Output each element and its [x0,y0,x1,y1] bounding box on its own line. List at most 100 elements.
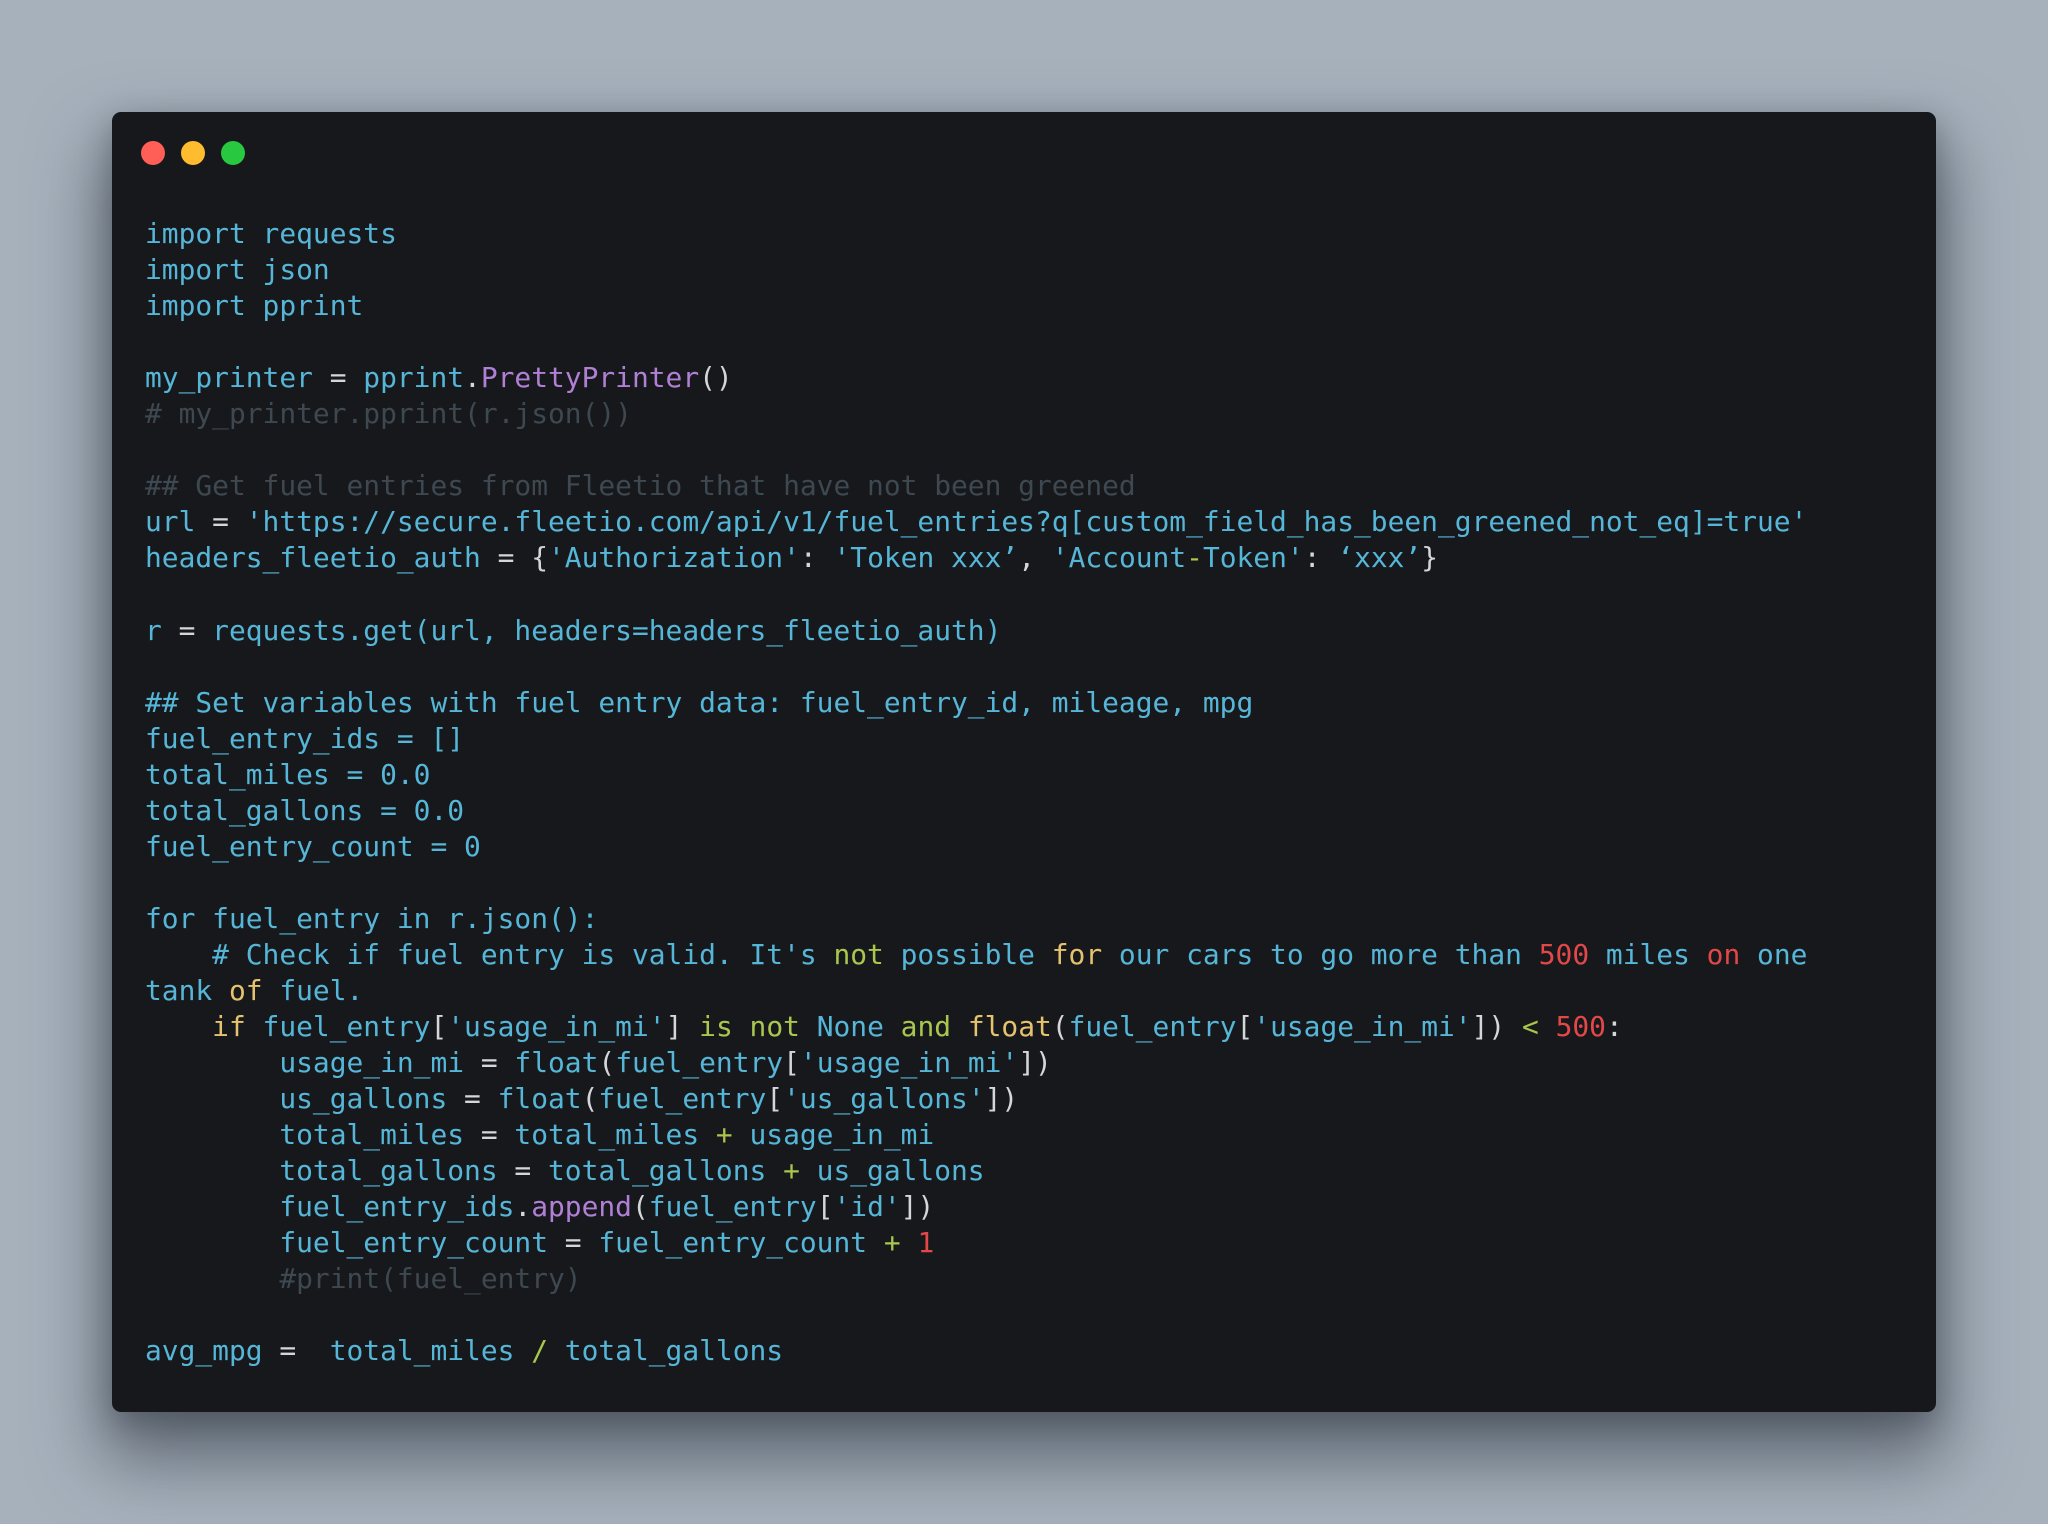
code-token: headers_fleetio_auth [145,541,481,575]
code-token: usage_in_mi [145,1046,465,1080]
code-token: ‘xxx’ [1337,541,1422,575]
code-token: [ [1236,1010,1254,1044]
code-line: total_gallons = total_gallons + us_gallo… [145,1153,1916,1189]
code-line: total_miles = 0.0 [145,757,1916,793]
code-token: ( [1051,1010,1069,1044]
code-line: usage_in_mi = float(fuel_entry['usage_in… [145,1045,1916,1081]
code-token: fuel_entry_count [598,1226,884,1260]
code-token: us_gallons [145,1082,448,1116]
code-token: avg_mpg [145,1334,263,1368]
code-token: ( [581,1082,599,1116]
code-token: total_miles [145,1118,465,1152]
code-token: ( [631,1190,649,1224]
code-token: import pprint [145,289,364,323]
code-token: one [1740,937,1808,971]
code-token: possible [883,937,1052,971]
code-token: fuel_entry_count = 0 [145,829,481,863]
code-token: ] [665,1010,700,1044]
code-token: total_gallons [548,1154,784,1188]
code-token: total_gallons [548,1334,784,1368]
code-token: 'us_gallons' [783,1082,985,1116]
code-line: #print(fuel_entry) [145,1261,1916,1297]
code-token: fuel_entry [615,1046,784,1080]
code-token: fuel_entry_ids = [] [145,721,465,755]
code-line: if fuel_entry['usage_in_mi'] is not None… [145,1009,1916,1045]
code-token: total_miles [329,1334,532,1368]
code-token: } [1421,541,1439,575]
code-token: 'usage_in_mi' [447,1010,666,1044]
code-token: [ [816,1190,834,1224]
code-line: ## Set variables with fuel entry data: f… [145,685,1916,721]
code-token: import json [145,253,330,287]
code-line: fuel_entry_count = 0 [145,829,1916,865]
code-token: ]) [984,1082,1019,1116]
code-token: : [799,541,834,575]
code-line: import requests [145,216,1916,252]
window-controls [141,141,245,165]
code-window: import requests import json import pprint m… [112,112,1936,1412]
code-token: = { [480,541,549,575]
code-token: is not [699,1010,800,1044]
code-token: + [883,1226,901,1260]
code-token: import requests [145,217,397,250]
code-token: 'Account [1051,541,1187,575]
code-line: headers_fleetio_auth = {'Authorization':… [145,540,1916,576]
code-token: pprint [363,361,465,395]
code-token: : [1605,1010,1623,1044]
code-token: total_gallons = 0.0 [145,793,465,827]
code-token: = [497,1154,548,1188]
code-token: on [1706,937,1741,971]
code-token: url [145,505,196,539]
minimize-button[interactable] [181,141,205,165]
code-token: miles [1589,937,1707,971]
code-token: - [1186,541,1203,575]
code-token: # Check if fuel entry is valid. It's [145,937,834,971]
code-token: ]) [900,1190,935,1224]
maximize-button[interactable] [221,141,245,165]
code-token: and [900,1010,952,1044]
code-token: if [145,1010,246,1044]
code-token: + [715,1118,733,1152]
code-token: = [161,613,213,647]
code-token: 'Authorization' [548,541,800,575]
code-token: / [531,1334,549,1368]
code-line: # my_printer.pprint(r.json()) [145,396,1916,432]
code-token: < [1521,1010,1539,1044]
code-token: = [262,1334,330,1368]
code-line: avg_mpg = total_miles / total_gallons [145,1333,1916,1369]
code-line: my_printer = pprint.PrettyPrinter() [145,360,1916,396]
code-line: import json [145,252,1916,288]
code-line: tank of fuel. [145,973,1916,1009]
code-token: None [799,1010,901,1044]
code-token: = [195,505,246,539]
code-token: fuel_entry [648,1190,817,1224]
code-token: = [312,361,364,395]
close-button[interactable] [141,141,165,165]
code-token: PrettyPrinter [480,361,700,395]
code-token: total_gallons [145,1154,498,1188]
code-token: : [1303,541,1338,575]
code-token: my_printer [145,361,313,395]
code-line: # Check if fuel entry is valid. It's not… [145,937,1916,973]
code-token: float [951,1010,1052,1044]
code-token: () [699,361,733,395]
code-token: [ [783,1046,800,1080]
code-token: ]) [1018,1046,1052,1080]
code-token: total_miles [514,1118,716,1152]
code-token: fuel_entry [245,1010,431,1044]
code-token: [ [430,1010,448,1044]
code-token: total_miles = 0.0 [145,757,431,791]
code-token: 'Token xxx’ [833,541,1019,575]
code-token: not [833,937,884,971]
code-token: append [531,1190,632,1224]
code-token: ## Get fuel entries from Fleetio that ha… [145,469,1136,503]
code-token: float [514,1046,599,1080]
code-line: total_miles = total_miles + usage_in_mi [145,1117,1916,1153]
code-token: our cars to go more than [1102,937,1539,971]
